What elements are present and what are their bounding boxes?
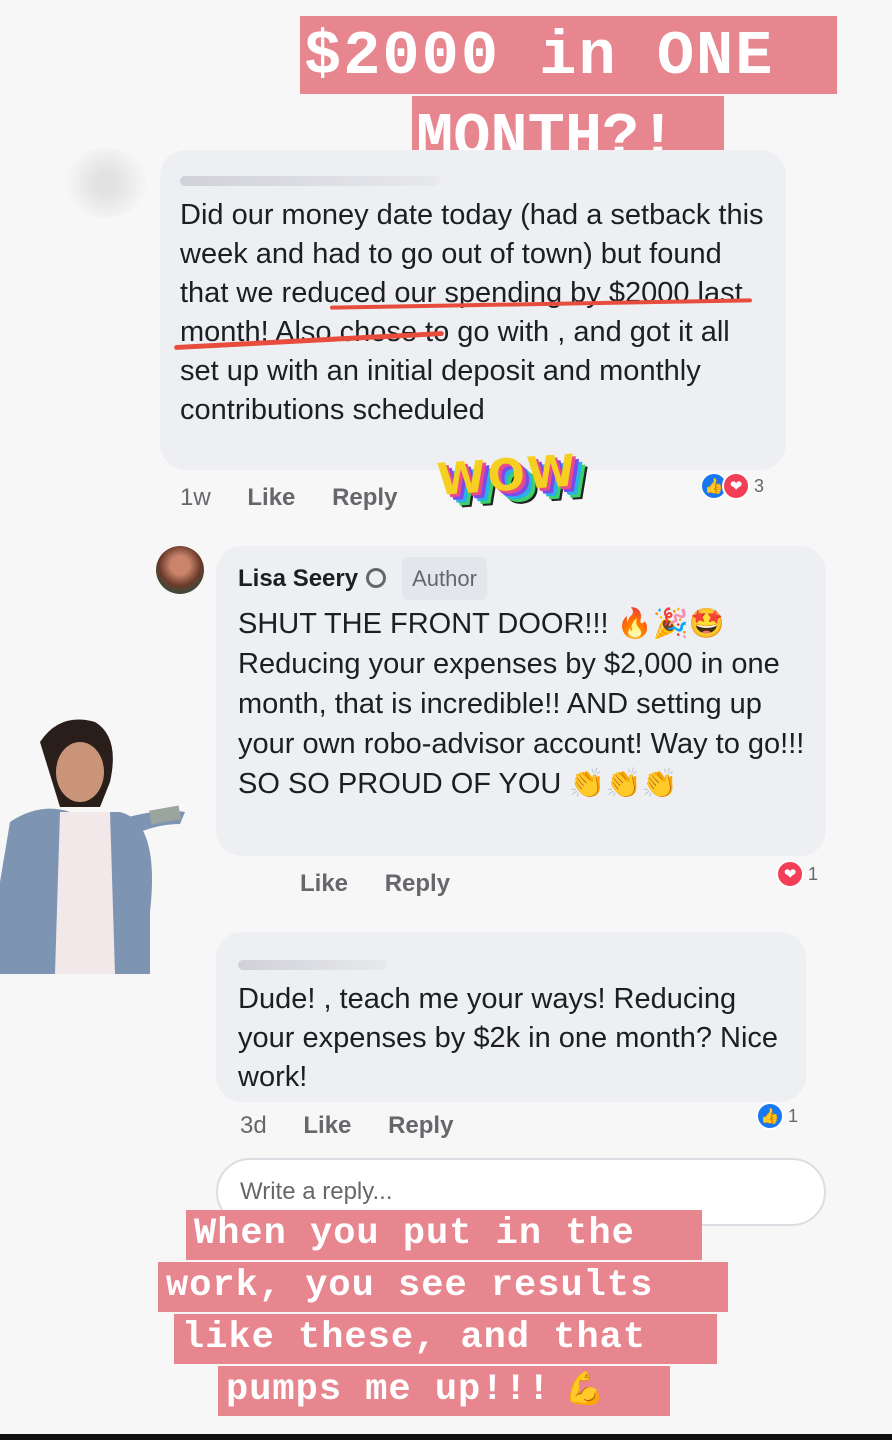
- like-button[interactable]: Like: [300, 870, 348, 897]
- like-icon: 👍: [756, 1102, 784, 1130]
- comment-timestamp: 1w: [180, 484, 211, 511]
- verified-badge-icon: [366, 568, 387, 588]
- love-icon: ❤: [776, 860, 804, 888]
- reply-button[interactable]: Reply: [388, 1112, 453, 1139]
- reply-button[interactable]: Reply: [332, 484, 397, 511]
- reaction-summary[interactable]: 👍 ❤ 3: [700, 472, 764, 500]
- wow-sticker: WOW: [435, 445, 580, 506]
- like-button[interactable]: Like: [247, 484, 295, 511]
- caption-line-4-text: pumps me up!!!: [226, 1369, 551, 1411]
- author-badge: Author: [402, 556, 487, 600]
- comment-header: Lisa Seery Author: [238, 556, 808, 600]
- comment-bubble: Dude! , teach me your ways! Reducing you…: [216, 932, 806, 1102]
- reply-button[interactable]: Reply: [385, 870, 450, 897]
- blurred-commenter-name: [180, 176, 440, 186]
- comment-bubble: Lisa Seery Author SHUT THE FRONT DOOR!!!…: [216, 546, 826, 856]
- bottom-bar: [0, 1434, 892, 1440]
- avatar[interactable]: [66, 148, 146, 218]
- author-name[interactable]: Lisa Seery: [238, 559, 358, 598]
- caption-line-1: When you put in the: [186, 1210, 702, 1260]
- comment-actions: 1w Like Reply: [180, 484, 427, 512]
- comment-text: Did our money date today (had a setback …: [180, 199, 764, 426]
- headline-line-1: $2000 in ONE: [300, 16, 837, 94]
- comment-text: Dude! , teach me your ways! Reducing you…: [238, 983, 779, 1093]
- caption-line-4: pumps me up!!! 💪: [218, 1366, 670, 1416]
- love-icon: ❤: [722, 472, 750, 500]
- blurred-commenter-name: [238, 960, 388, 970]
- comment-actions: Like Reply: [300, 870, 480, 898]
- comment-bubble: Did our money date today (had a setback …: [160, 150, 786, 470]
- caption-line-2: work, you see results: [158, 1262, 728, 1312]
- avatar[interactable]: [156, 546, 204, 594]
- caption-line-3: like these, and that: [174, 1314, 717, 1364]
- woman-throwing-money-image: [0, 719, 185, 974]
- reaction-summary[interactable]: 👍 1: [756, 1102, 798, 1130]
- like-button[interactable]: Like: [303, 1112, 351, 1139]
- comment-actions: 3d Like Reply: [240, 1112, 483, 1140]
- reaction-count: 1: [788, 1105, 799, 1126]
- reaction-count: 3: [754, 475, 765, 496]
- comment-text: SHUT THE FRONT DOOR!!! 🔥🎉🤩Reducing your …: [238, 608, 805, 800]
- reaction-summary[interactable]: ❤ 1: [776, 860, 818, 888]
- flexed-biceps-icon: 💪: [564, 1369, 606, 1407]
- reaction-count: 1: [808, 863, 819, 884]
- comment-timestamp: 3d: [240, 1112, 267, 1139]
